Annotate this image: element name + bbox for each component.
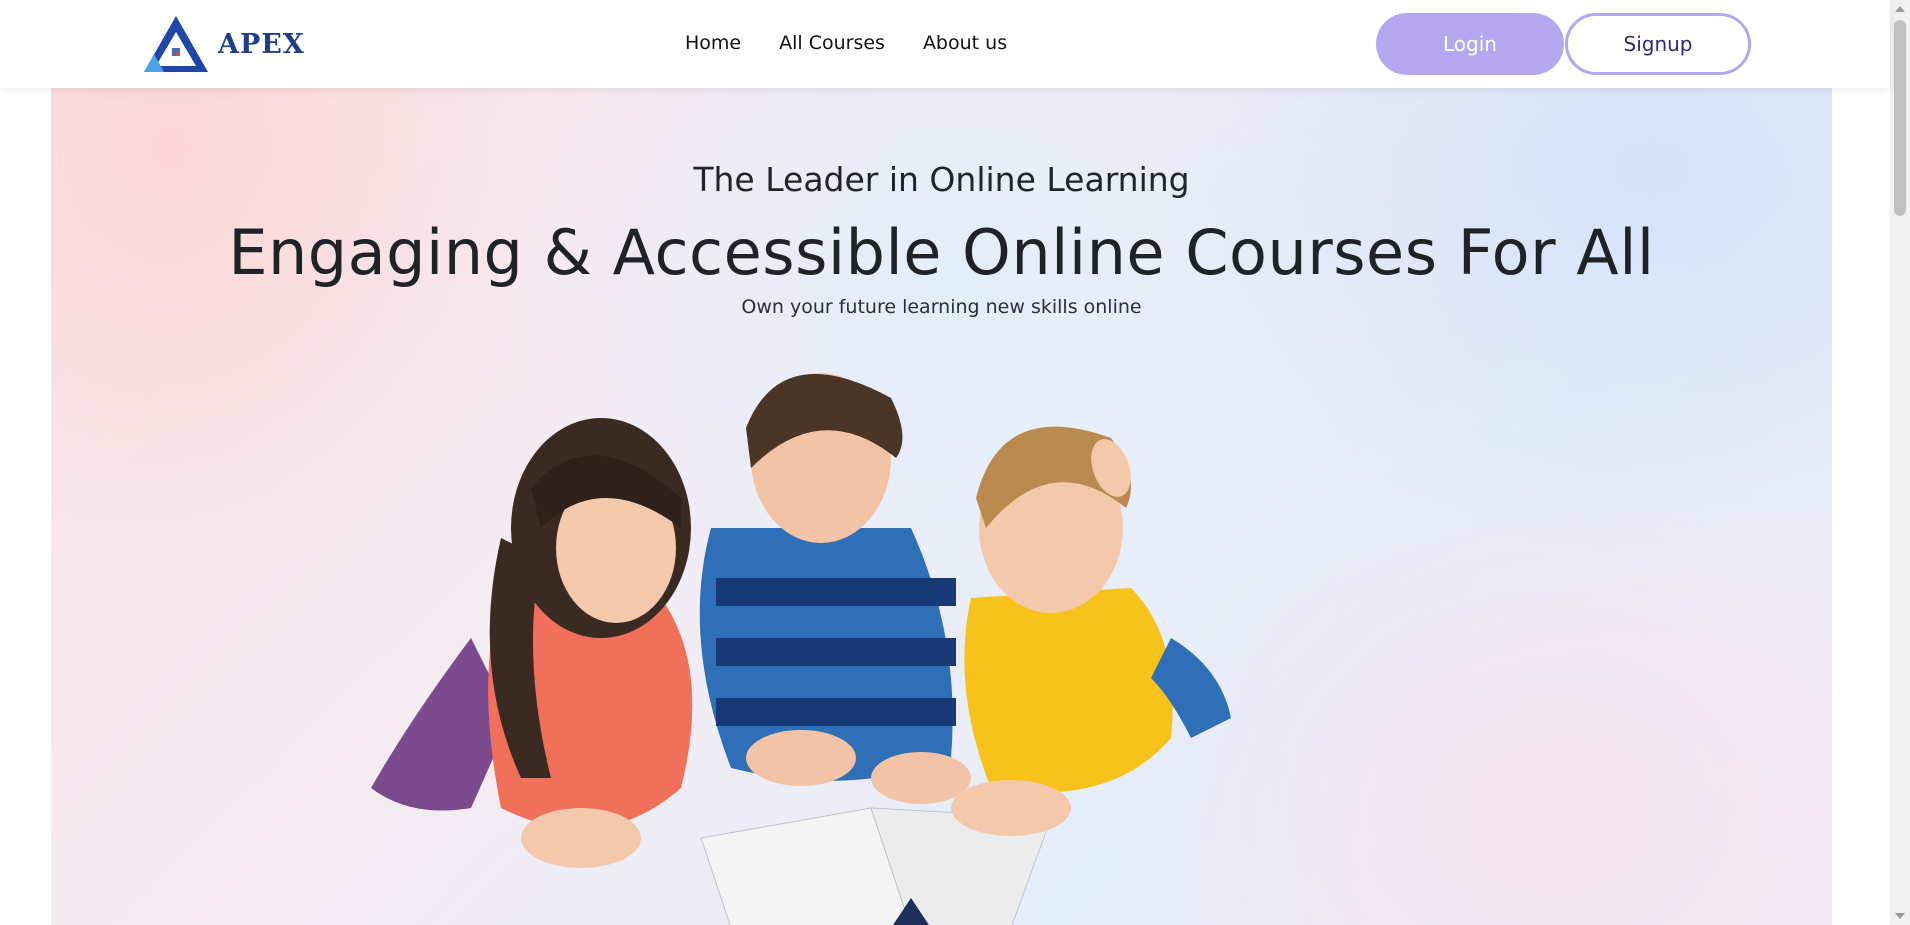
login-button[interactable]: Login	[1376, 13, 1564, 75]
hero-subtitle: The Leader in Online Learning	[693, 160, 1190, 199]
brand-name: APEX	[218, 28, 305, 60]
main-nav: Home All Courses About us	[685, 32, 1007, 54]
brand-logo[interactable]: APEX	[142, 14, 305, 74]
apex-logo-icon	[142, 14, 210, 74]
children-reading-illustration-icon	[351, 338, 1471, 925]
scroll-thumb[interactable]	[1894, 20, 1906, 216]
nav-item-about-us[interactable]: About us	[923, 32, 1007, 54]
page-scrollbar[interactable]	[1890, 0, 1910, 925]
girl-figure	[371, 418, 693, 868]
scroll-up-icon[interactable]	[1895, 6, 1905, 12]
hero-title: Engaging & Accessible Online Courses For…	[228, 216, 1655, 289]
nav-item-home[interactable]: Home	[685, 32, 741, 54]
hero-section: The Leader in Online Learning Engaging &…	[51, 88, 1832, 925]
boy-middle-figure	[699, 373, 971, 804]
scroll-down-icon[interactable]	[1895, 913, 1905, 919]
signup-button[interactable]: Signup	[1565, 13, 1751, 75]
hero-tagline: Own your future learning new skills onli…	[741, 296, 1142, 318]
site-header: APEX Home All Courses About us Login Sig…	[0, 0, 1890, 88]
boy-right-figure	[951, 426, 1231, 836]
nav-item-all-courses[interactable]: All Courses	[779, 32, 885, 54]
